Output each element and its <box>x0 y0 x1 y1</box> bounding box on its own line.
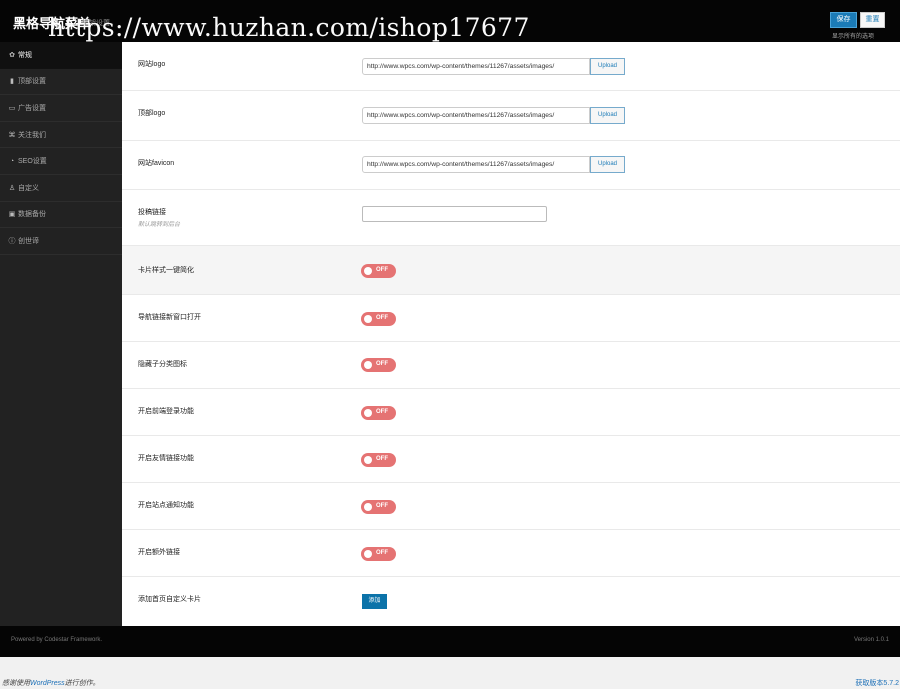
top-logo-url-input[interactable]: http://www.wpcs.com/wp-content/themes/11… <box>362 107 590 124</box>
toggle-knob <box>364 456 372 464</box>
top-bar: 黑格导航菜单 框架设置 https://www.huzhan.com/ishop… <box>0 0 900 42</box>
setting-label: 添加首页自定义卡片 <box>138 596 201 603</box>
setting-row-site-logo: 网站logo http://www.wpcs.com/wp-content/th… <box>122 42 900 91</box>
setting-row-friend-links: 开启友情链接功能 OFF <box>122 436 900 483</box>
setting-row-top-logo: 顶部logo http://www.wpcs.com/wp-content/th… <box>122 91 900 141</box>
wordpress-footer: 感谢使用WordPress进行创作。 获取版本5.7.2 <box>0 657 900 689</box>
toggle-state: OFF <box>376 409 388 415</box>
info-icon: ⓘ <box>8 237 16 245</box>
favicon-upload-button[interactable]: Upload <box>590 156 625 173</box>
thanks-prefix: 感谢使用 <box>2 680 30 687</box>
sidebar-item-label: 创世谛 <box>18 237 39 245</box>
thanks-suffix: 进行创作。 <box>64 680 100 687</box>
toggle-state: OFF <box>376 315 388 321</box>
toggle-state: OFF <box>376 267 388 273</box>
hide-subcategory-icons-toggle[interactable]: OFF <box>361 358 396 372</box>
save-button[interactable]: 保存 <box>830 12 857 28</box>
toggle-state: OFF <box>376 550 388 556</box>
wordpress-link[interactable]: WordPress <box>30 680 65 687</box>
setting-label: 开启额外链接 <box>138 549 180 556</box>
bookmark-icon: ▮ <box>10 78 14 86</box>
setting-label: 卡片样式一键简化 <box>138 267 194 274</box>
sidebar-item-ad-settings[interactable]: ▭ 广告设置 <box>0 95 122 122</box>
sidebar-item-follow-us[interactable]: ⌘ 关注我们 <box>0 122 122 149</box>
ad-icon: ▭ <box>8 104 16 112</box>
sidebar-item-general[interactable]: ✿ 常规 <box>0 42 122 69</box>
framework-version: Version 1.0.1 <box>853 637 889 643</box>
toggle-state: OFF <box>376 456 388 462</box>
person-icon: ♙ <box>8 184 16 192</box>
front-login-toggle[interactable]: OFF <box>361 406 396 420</box>
extra-links-toggle[interactable]: OFF <box>361 547 396 561</box>
get-version-link[interactable]: 获取版本5.7.2 <box>855 678 899 688</box>
show-all-options-link[interactable]: 显示所有的选项 <box>832 31 874 40</box>
setting-label: 网站logo <box>138 61 166 68</box>
sidebar-item-seo[interactable]: ◔ SEO设置 <box>0 148 122 175</box>
toggle-knob <box>364 409 372 417</box>
setting-label: 隐藏子分类图标 <box>138 361 187 368</box>
setting-label: 网站favicon <box>138 160 175 167</box>
setting-row-submit-link: 投稿链接 默认跳转到后台 <box>122 190 900 246</box>
favicon-url-input[interactable]: http://www.wpcs.com/wp-content/themes/11… <box>362 156 590 173</box>
sidebar-item-label: 常规 <box>18 51 32 59</box>
sidebar-item-label: 关注我们 <box>18 131 46 139</box>
sidebar-item-info[interactable]: ⓘ 创世谛 <box>0 228 122 255</box>
top-logo-upload-button[interactable]: Upload <box>590 107 625 124</box>
site-logo-url-input[interactable]: http://www.wpcs.com/wp-content/themes/11… <box>362 58 590 75</box>
follow-icon: ⌘ <box>8 131 16 139</box>
sidebar-item-custom[interactable]: ♙ 自定义 <box>0 175 122 202</box>
framework-footer: Powered by Codestar Framework. Version 1… <box>0 626 900 657</box>
reset-button[interactable]: 重置 <box>860 12 885 28</box>
sidebar-item-label: SEO设置 <box>18 158 47 166</box>
friend-links-toggle[interactable]: OFF <box>361 453 396 467</box>
new-window-toggle[interactable]: OFF <box>361 312 396 326</box>
setting-row-site-notice: 开启站点通知功能 OFF <box>122 483 900 530</box>
setting-row-extra-links: 开启额外链接 OFF <box>122 530 900 577</box>
setting-row-front-login: 开启前端登录功能 OFF <box>122 389 900 436</box>
toggle-knob <box>364 315 372 323</box>
site-notice-toggle[interactable]: OFF <box>361 500 396 514</box>
gear-icon: ✿ <box>9 51 15 59</box>
sidebar-item-backup[interactable]: ▣ 数据备份 <box>0 202 122 229</box>
setting-row-card-simplify: 卡片样式一键简化 OFF <box>122 246 900 295</box>
setting-row-favicon: 网站favicon http://www.wpcs.com/wp-content… <box>122 141 900 190</box>
setting-label: 开启友情链接功能 <box>138 455 194 462</box>
watermark-text: https://www.huzhan.com/ishop17677 <box>48 13 530 42</box>
card-simplify-toggle[interactable]: OFF <box>361 264 396 278</box>
setting-label: 投稿链接 <box>138 209 166 216</box>
site-logo-upload-button[interactable]: Upload <box>590 58 625 75</box>
setting-label: 顶部logo <box>138 110 166 117</box>
setting-row-new-window: 导航链接新窗口打开 OFF <box>122 295 900 342</box>
sidebar-item-label: 自定义 <box>18 184 39 192</box>
setting-label: 开启站点通知功能 <box>138 502 194 509</box>
setting-label: 导航链接新窗口打开 <box>138 314 201 321</box>
backup-icon: ▣ <box>8 211 16 219</box>
seo-icon: ◔ <box>9 157 15 165</box>
thanks-text: 感谢使用WordPress进行创作。 <box>2 678 100 688</box>
setting-row-custom-card: 添加首页自定义卡片 添加 <box>122 577 900 626</box>
settings-panel: 网站logo http://www.wpcs.com/wp-content/th… <box>122 42 900 626</box>
setting-row-hide-subcategory-icons: 隐藏子分类图标 OFF <box>122 342 900 389</box>
submit-link-input[interactable] <box>362 206 547 222</box>
toggle-state: OFF <box>376 503 388 509</box>
setting-label: 开启前端登录功能 <box>138 408 194 415</box>
sidebar-item-label: 顶部设置 <box>18 78 46 86</box>
toggle-state: OFF <box>376 361 388 367</box>
sidebar-item-top-settings[interactable]: ▮ 顶部设置 <box>0 69 122 96</box>
powered-by-text: Powered by Codestar Framework. <box>11 637 103 643</box>
sidebar: ✿ 常规 ▮ 顶部设置 ▭ 广告设置 ⌘ 关注我们 ◔ SEO设置 ♙ 自定义 ▣ 数据备份 … <box>0 42 122 626</box>
toggle-knob <box>364 550 372 558</box>
setting-hint: 默认跳转到后台 <box>138 222 181 228</box>
sidebar-item-label: 数据备份 <box>18 211 46 219</box>
toggle-knob <box>364 267 372 275</box>
toggle-knob <box>364 503 372 511</box>
toggle-knob <box>364 361 372 369</box>
sidebar-item-label: 广告设置 <box>18 104 46 112</box>
add-custom-card-button[interactable]: 添加 <box>362 594 387 609</box>
